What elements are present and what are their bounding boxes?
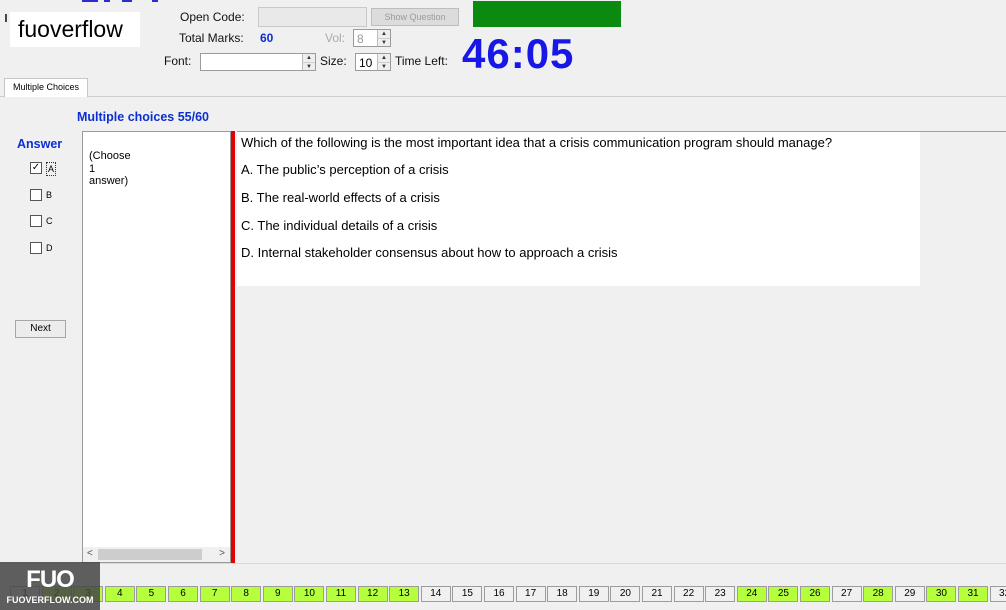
question-number-button[interactable]: 16 bbox=[484, 586, 514, 602]
question-number-button[interactable]: 31 bbox=[958, 586, 988, 602]
next-button[interactable]: Next bbox=[15, 320, 66, 338]
tab-strip bbox=[0, 96, 1006, 97]
chevron-left-icon[interactable]: < bbox=[87, 548, 93, 559]
question-number-button[interactable]: 30 bbox=[926, 586, 957, 602]
countdown-timer: 46:05 bbox=[462, 30, 575, 77]
tab-multiple-choices[interactable]: Multiple Choices bbox=[4, 78, 88, 97]
chevron-up-icon[interactable]: ▲ bbox=[378, 54, 390, 62]
question-number-button[interactable]: 21 bbox=[642, 586, 672, 602]
watermark: FUO FUOVERFLOW.COM bbox=[0, 562, 100, 610]
question-number-button[interactable]: 32 bbox=[989, 586, 1006, 602]
show-question-button[interactable]: Show Question bbox=[371, 8, 459, 26]
question-number-button[interactable]: 23 bbox=[705, 586, 736, 602]
chevron-down-icon[interactable]: ▼ bbox=[378, 38, 390, 46]
checkbox-icon[interactable] bbox=[30, 189, 42, 201]
watermark-logo: FUO bbox=[26, 566, 75, 593]
question-number-button[interactable]: 25 bbox=[768, 586, 799, 602]
status-bar bbox=[473, 1, 621, 27]
answer-option-letter: D bbox=[46, 243, 53, 253]
answer-title: Answer bbox=[17, 137, 63, 151]
question-number-button[interactable]: 17 bbox=[515, 586, 546, 602]
size-value: 10 bbox=[359, 56, 373, 70]
question-number-button[interactable]: 9 bbox=[262, 586, 293, 602]
chevron-up-icon[interactable]: ▲ bbox=[303, 54, 315, 62]
checkbox-icon[interactable] bbox=[30, 215, 42, 227]
question-number-button[interactable]: 4 bbox=[104, 586, 135, 602]
horizontal-scrollbar[interactable]: < > bbox=[83, 547, 230, 562]
scrollbar-thumb[interactable] bbox=[98, 549, 202, 560]
question-number-button[interactable]: 19 bbox=[578, 586, 609, 602]
question-number-button[interactable]: 10 bbox=[294, 586, 325, 602]
chevron-down-icon[interactable]: ▼ bbox=[378, 62, 390, 70]
question-number-button[interactable]: 24 bbox=[736, 586, 767, 602]
question-option-b: B. The real-world effects of a crisis bbox=[241, 190, 440, 205]
panel-divider[interactable] bbox=[231, 131, 235, 563]
question-number-button[interactable]: 11 bbox=[326, 586, 356, 602]
logo: fuoverflow bbox=[10, 12, 140, 47]
question-number-button[interactable]: 29 bbox=[894, 586, 925, 602]
question-option-a: A. The public’s perception of a crisis bbox=[241, 162, 449, 177]
vol-value: 8 bbox=[357, 32, 364, 46]
question-text: Which of the following is the most impor… bbox=[241, 135, 833, 150]
question-number-button[interactable]: 14 bbox=[420, 586, 451, 602]
cropped-link bbox=[82, 0, 158, 3]
size-label: Size: bbox=[320, 54, 347, 68]
question-number-button[interactable]: 27 bbox=[831, 586, 862, 602]
answer-option-letter: C bbox=[46, 216, 53, 226]
answer-option-letter: A bbox=[46, 162, 57, 176]
open-code-input[interactable] bbox=[258, 7, 367, 27]
instruction-panel: (Choose 1 answer) < > bbox=[82, 131, 231, 563]
font-label: Font: bbox=[164, 54, 192, 68]
checkbox-checked-icon[interactable]: ✓ bbox=[30, 162, 42, 174]
question-navigator: 1234567891011121314151617181920212223242… bbox=[0, 586, 1006, 610]
font-stepper[interactable]: ▲ ▼ bbox=[200, 53, 316, 71]
vol-label: Vol: bbox=[325, 31, 346, 45]
total-marks-label: Total Marks: bbox=[179, 31, 244, 45]
size-stepper[interactable]: 10 ▲ ▼ bbox=[355, 53, 391, 71]
chevron-right-icon[interactable]: > bbox=[219, 548, 225, 559]
bottom-divider bbox=[0, 563, 1006, 564]
question-number-button[interactable]: 15 bbox=[452, 586, 483, 602]
instruction-text: (Choose 1 answer) bbox=[89, 150, 131, 187]
question-number-button[interactable]: 26 bbox=[800, 586, 830, 602]
question-number-button[interactable]: 12 bbox=[357, 586, 388, 602]
chevron-up-icon[interactable]: ▲ bbox=[378, 30, 390, 38]
time-left-label: Time Left: bbox=[395, 54, 448, 68]
question-number-button[interactable]: 20 bbox=[610, 586, 641, 602]
watermark-text: FUOVERFLOW.COM bbox=[6, 595, 94, 605]
total-marks-value: 60 bbox=[260, 31, 274, 45]
question-number-button[interactable]: 22 bbox=[673, 586, 704, 602]
question-number-button[interactable]: 8 bbox=[231, 586, 262, 602]
question-number-button[interactable]: 18 bbox=[547, 586, 578, 602]
open-code-label: Open Code: bbox=[180, 10, 245, 24]
question-number-button[interactable]: 7 bbox=[199, 586, 230, 602]
question-panel: Which of the following is the most impor… bbox=[237, 131, 920, 286]
window-edge-mark bbox=[5, 14, 7, 22]
question-number-button[interactable]: 6 bbox=[168, 586, 198, 602]
vol-stepper[interactable]: 8 ▲ ▼ bbox=[353, 29, 391, 47]
question-option-d: D. Internal stakeholder consensus about … bbox=[241, 245, 618, 260]
question-number-button[interactable]: 13 bbox=[389, 586, 420, 602]
chevron-down-icon[interactable]: ▼ bbox=[303, 62, 315, 70]
question-number-button[interactable]: 28 bbox=[863, 586, 894, 602]
panel-top-border bbox=[237, 131, 1006, 132]
question-option-c: C. The individual details of a crisis bbox=[241, 218, 438, 233]
checkbox-icon[interactable] bbox=[30, 242, 42, 254]
answer-option-letter: B bbox=[46, 190, 53, 200]
section-title: Multiple choices 55/60 bbox=[77, 110, 209, 124]
question-number-button[interactable]: 5 bbox=[136, 586, 167, 602]
